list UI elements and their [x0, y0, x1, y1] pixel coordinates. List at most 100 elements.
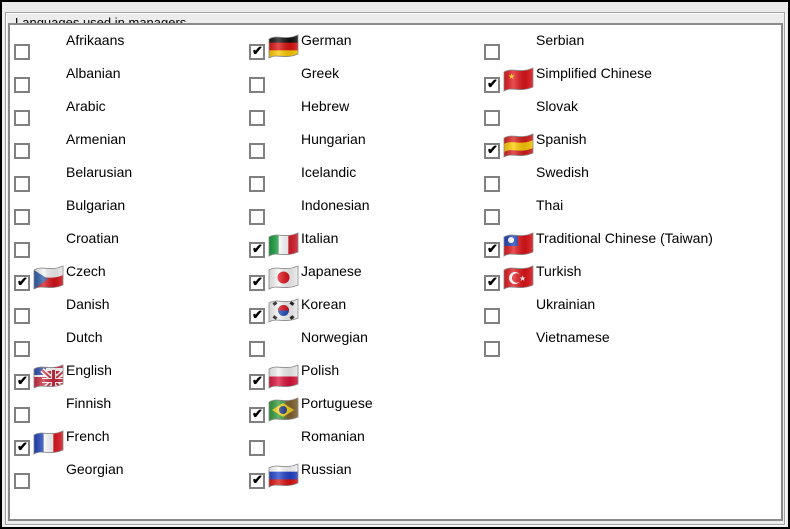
window: Languages used in managers ✔Afrikaans✔Al… [2, 2, 788, 527]
checkmark-icon: ✔ [252, 274, 263, 289]
language-checkbox[interactable]: ✔ [14, 308, 30, 324]
language-checkbox[interactable]: ✔ [484, 142, 500, 159]
french-flag-icon [32, 428, 65, 457]
language-checkbox[interactable]: ✔ [484, 44, 500, 60]
language-item-georgian[interactable]: ✔ Georgian [14, 461, 244, 498]
language-item-english[interactable]: ✔ English [14, 362, 244, 399]
language-checkbox[interactable]: ✔ [484, 76, 500, 93]
language-checkbox[interactable]: ✔ [484, 110, 500, 126]
language-checkbox[interactable]: ✔ [14, 439, 30, 456]
language-label: Hebrew [301, 98, 350, 114]
language-label: Serbian [536, 32, 585, 48]
language-checkbox[interactable]: ✔ [249, 472, 265, 489]
language-checkbox[interactable]: ✔ [249, 274, 265, 291]
checkmark-icon: ✔ [17, 373, 28, 388]
language-checkbox[interactable]: ✔ [14, 407, 30, 423]
language-checkbox[interactable]: ✔ [14, 110, 30, 126]
language-checkbox[interactable]: ✔ [14, 77, 30, 93]
language-label: Armenian [66, 131, 126, 147]
language-item-simplified-chinese[interactable]: ✔ ★ Simplified Chinese [484, 65, 714, 102]
language-label: Georgian [66, 461, 124, 477]
checkmark-icon: ✔ [252, 472, 263, 487]
language-checkbox[interactable]: ✔ [484, 209, 500, 225]
language-checkbox[interactable]: ✔ [249, 307, 265, 324]
language-checkbox[interactable]: ✔ [14, 274, 30, 291]
language-checkbox[interactable]: ✔ [484, 274, 500, 291]
language-label: Portuguese [301, 395, 373, 411]
language-item-vietnamese[interactable]: ✔ Vietnamese [484, 329, 714, 366]
language-item-german[interactable]: ✔ German [249, 32, 479, 69]
language-checkbox[interactable]: ✔ [249, 373, 265, 390]
checkmark-icon: ✔ [487, 76, 498, 91]
checkmark-icon: ✔ [17, 274, 28, 289]
language-checkbox[interactable]: ✔ [14, 373, 30, 390]
japanese-flag-icon [267, 263, 300, 292]
language-label: Spanish [536, 131, 587, 147]
italian-flag-icon [267, 230, 300, 259]
language-label: Greek [301, 65, 340, 81]
language-checkbox[interactable]: ✔ [14, 176, 30, 192]
language-item-turkish[interactable]: ✔ ★ Turkish [484, 263, 714, 300]
language-item-hungarian[interactable]: ✔ Hungarian [249, 131, 479, 168]
language-checkbox[interactable]: ✔ [249, 43, 265, 60]
language-checkbox[interactable]: ✔ [484, 241, 500, 258]
language-checkbox[interactable]: ✔ [14, 44, 30, 60]
language-checkbox[interactable]: ✔ [249, 77, 265, 93]
language-checkbox[interactable]: ✔ [484, 176, 500, 192]
language-label: Norwegian [301, 329, 368, 345]
checkmark-icon: ✔ [252, 43, 263, 58]
korean-flag-icon [267, 296, 300, 325]
language-item-danish[interactable]: ✔ Danish [14, 296, 244, 333]
language-checkbox[interactable]: ✔ [484, 341, 500, 357]
language-checkbox[interactable]: ✔ [249, 143, 265, 159]
czech-flag-icon [32, 263, 65, 292]
language-label: Indonesian [301, 197, 370, 213]
language-checkbox[interactable]: ✔ [14, 473, 30, 489]
language-item-belarusian[interactable]: ✔ Belarusian [14, 164, 244, 201]
german-flag-icon [267, 32, 300, 61]
language-checkbox[interactable]: ✔ [14, 143, 30, 159]
language-label: Polish [301, 362, 340, 378]
language-label: Italian [301, 230, 339, 246]
language-item-afrikaans[interactable]: ✔ Afrikaans [14, 32, 244, 69]
language-checkbox[interactable]: ✔ [249, 406, 265, 423]
checkmark-icon: ✔ [252, 241, 263, 256]
language-checkbox[interactable]: ✔ [249, 440, 265, 456]
checkmark-icon: ✔ [252, 307, 263, 322]
language-checkbox[interactable]: ✔ [249, 209, 265, 225]
language-checkbox[interactable]: ✔ [249, 110, 265, 126]
language-label: Swedish [536, 164, 589, 180]
language-checkbox[interactable]: ✔ [249, 241, 265, 258]
language-item-russian[interactable]: ✔ Russian [249, 461, 479, 498]
language-item-greek[interactable]: ✔ Greek [249, 65, 479, 102]
language-item-swedish[interactable]: ✔ Swedish [484, 164, 714, 201]
language-label: Korean [301, 296, 347, 312]
language-label: Finnish [66, 395, 112, 411]
language-label: Danish [66, 296, 110, 312]
language-label: Belarusian [66, 164, 133, 180]
language-label: English [66, 362, 112, 378]
language-label: Romanian [301, 428, 365, 444]
language-item-spanish[interactable]: ✔ Spanish [484, 131, 714, 168]
checkmark-icon: ✔ [252, 406, 263, 421]
taiwan-flag-icon [502, 230, 535, 259]
language-checkbox[interactable]: ✔ [249, 341, 265, 357]
language-item-bulgarian[interactable]: ✔ Bulgarian [14, 197, 244, 234]
language-label: Afrikaans [66, 32, 125, 48]
language-checkbox[interactable]: ✔ [14, 209, 30, 225]
chinese-flag-icon: ★ [502, 65, 535, 94]
language-checkbox[interactable]: ✔ [14, 341, 30, 357]
language-checkbox[interactable]: ✔ [484, 308, 500, 324]
language-item-albanian[interactable]: ✔ Albanian [14, 65, 244, 102]
language-checkbox[interactable]: ✔ [14, 242, 30, 258]
language-item-arabic[interactable]: ✔ Arabic [14, 98, 244, 135]
language-checkbox[interactable]: ✔ [249, 176, 265, 192]
checkmark-icon: ✔ [252, 373, 263, 388]
language-item-french[interactable]: ✔ French [14, 428, 244, 465]
language-label: Czech [66, 263, 106, 279]
language-label: Slovak [536, 98, 579, 114]
language-label: Arabic [66, 98, 106, 114]
turkish-flag-icon: ★ [502, 263, 535, 292]
language-item-czech[interactable]: ✔ Czech [14, 263, 244, 300]
checkmark-icon: ✔ [487, 274, 498, 289]
